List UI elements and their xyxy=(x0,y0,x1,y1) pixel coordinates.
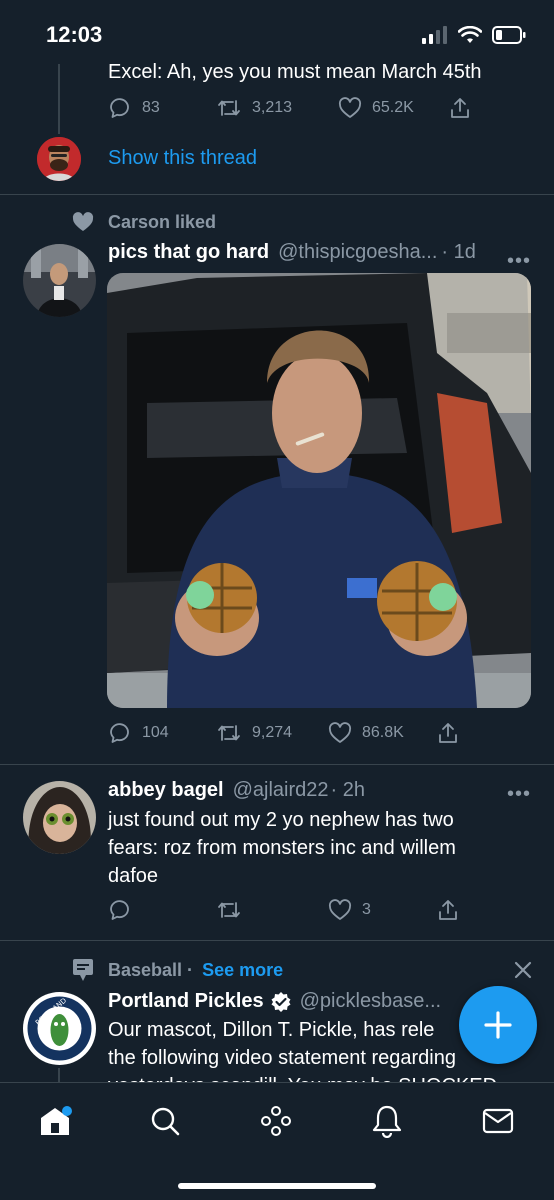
user-handle[interactable]: @picklesbase... xyxy=(300,990,441,1013)
user-handle[interactable]: @ajlaird22 xyxy=(233,779,329,802)
spaces-icon xyxy=(261,1106,291,1136)
status-time: 12:03 xyxy=(46,22,103,47)
retweet-count: 9,274 xyxy=(252,724,293,741)
tweet-media[interactable] xyxy=(107,273,531,708)
retweet-button[interactable] xyxy=(216,898,328,922)
topic-label[interactable]: Baseball · xyxy=(108,960,193,980)
thread-line xyxy=(58,1068,60,1082)
avatar[interactable]: PORTLAND xyxy=(23,992,96,1065)
avatar-image xyxy=(23,781,96,854)
like-count: 3 xyxy=(362,901,371,918)
search-icon xyxy=(151,1107,180,1136)
mail-icon xyxy=(482,1108,514,1134)
divider xyxy=(0,940,554,941)
bell-icon xyxy=(372,1105,402,1138)
reply-count: 83 xyxy=(142,99,160,116)
avatar-image xyxy=(37,137,81,181)
nav-messages[interactable] xyxy=(478,1101,518,1141)
retweet-icon xyxy=(218,100,240,116)
media-image xyxy=(107,273,531,708)
see-more-link[interactable]: See more xyxy=(202,960,283,980)
topic-icon xyxy=(73,959,93,981)
avatar[interactable] xyxy=(37,137,81,181)
like-count: 86.8K xyxy=(362,724,404,741)
share-icon xyxy=(439,900,457,920)
heart-icon xyxy=(328,899,352,920)
heart-icon xyxy=(328,722,352,743)
more-options-icon[interactable]: ••• xyxy=(507,783,531,806)
tweet-actions: 104 9,274 86.8K xyxy=(108,721,460,745)
user-handle[interactable]: @thispicgoesha... xyxy=(278,241,437,264)
nav-spaces[interactable] xyxy=(256,1101,296,1141)
display-name[interactable]: pics that go hard xyxy=(108,241,269,264)
nav-notifications[interactable] xyxy=(367,1101,407,1141)
tweet-text: just found out my 2 yo nephew has two fe… xyxy=(108,809,456,887)
wifi-icon xyxy=(458,26,482,43)
avatar[interactable] xyxy=(23,244,96,317)
status-icons xyxy=(422,26,526,44)
like-button[interactable]: 3 xyxy=(328,898,436,922)
avatar[interactable] xyxy=(23,781,96,854)
tweet-actions: 83 3,213 65.2K xyxy=(108,96,472,120)
home-indicator xyxy=(178,1183,376,1189)
like-button[interactable]: 65.2K xyxy=(338,96,448,120)
more-options-icon[interactable]: ••• xyxy=(507,250,531,273)
divider xyxy=(0,194,554,195)
nav-search[interactable] xyxy=(145,1101,185,1141)
avatar-image: PORTLAND xyxy=(23,992,96,1065)
retweet-icon xyxy=(218,902,240,918)
close-icon[interactable] xyxy=(513,960,533,980)
signal-icon xyxy=(422,26,447,44)
share-button[interactable] xyxy=(436,721,460,745)
retweet-button[interactable]: 3,213 xyxy=(216,96,338,120)
retweet-count: 3,213 xyxy=(252,99,293,116)
plus-icon xyxy=(484,1011,512,1039)
show-thread-link[interactable]: Show this thread xyxy=(108,147,257,170)
thread-line xyxy=(58,64,60,134)
social-context: Carson liked xyxy=(108,212,217,232)
reply-icon xyxy=(110,900,129,920)
heart-filled-icon xyxy=(72,212,94,231)
retweet-button[interactable]: 9,274 xyxy=(216,721,328,745)
heart-icon xyxy=(338,97,362,118)
reply-icon xyxy=(110,723,129,743)
share-button[interactable] xyxy=(436,898,460,922)
battery-icon xyxy=(492,26,526,44)
like-button[interactable]: 86.8K xyxy=(328,721,436,745)
reply-button[interactable] xyxy=(108,898,216,922)
tweet-header: Portland Pickles @picklesbase... xyxy=(108,990,441,1013)
reply-button[interactable]: 83 xyxy=(108,96,216,120)
share-button[interactable] xyxy=(448,96,472,120)
display-name[interactable]: abbey bagel xyxy=(108,779,224,802)
share-icon xyxy=(439,723,457,743)
status-bar: 12:03 xyxy=(0,0,554,64)
avatar-image xyxy=(23,244,96,317)
verified-icon xyxy=(271,991,291,1012)
reply-count: 104 xyxy=(142,724,169,741)
reply-icon xyxy=(110,98,129,118)
nav-home[interactable] xyxy=(35,1101,75,1141)
tweet-header: pics that go hard @thispicgoesha... · 1d xyxy=(108,241,476,264)
tweet-header: abbey bagel @ajlaird22 · 2h xyxy=(108,779,365,802)
tweet-time[interactable]: · 1d xyxy=(441,241,475,264)
divider xyxy=(0,764,554,765)
share-icon xyxy=(451,98,469,118)
tweet-time[interactable]: · 2h xyxy=(331,779,365,802)
display-name[interactable]: Portland Pickles xyxy=(108,990,264,1013)
home-icon xyxy=(41,1106,72,1135)
topic-header: Baseball · See more xyxy=(108,960,283,981)
retweet-icon xyxy=(218,725,240,741)
compose-tweet-button[interactable] xyxy=(459,986,537,1064)
tweet-actions: 3 xyxy=(108,898,460,922)
reply-button[interactable]: 104 xyxy=(108,721,216,745)
like-count: 65.2K xyxy=(372,99,414,116)
